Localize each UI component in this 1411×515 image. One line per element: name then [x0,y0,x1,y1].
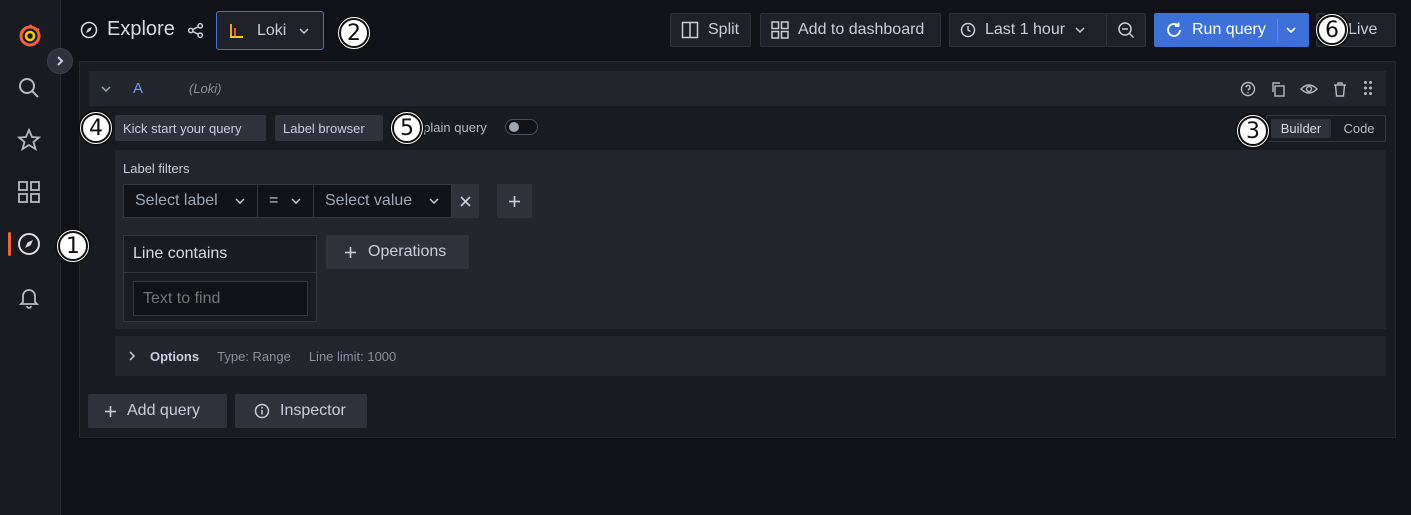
time-range-picker[interactable]: Last 1 hour [949,13,1107,47]
select-label-dropdown[interactable]: Select label [123,184,258,218]
kick-start-query-button[interactable]: Kick start your query [115,115,266,141]
chevron-down-icon [299,27,309,34]
query-datasource-label: (Loki) [189,81,222,96]
options-line-limit: Line limit: 1000 [308,348,397,364]
inspector-button[interactable]: Inspector [235,394,367,428]
chevron-down-icon [291,198,301,205]
callout-6: 6 [1314,12,1350,48]
apps-icon [771,21,789,39]
expand-sidebar-button[interactable] [47,48,73,74]
operations-button[interactable]: Operations [326,235,469,269]
chevron-down-icon [429,198,439,205]
trash-icon[interactable] [1332,81,1348,97]
options-type: Type: Range [217,348,291,364]
toggle-knob [509,122,519,132]
chevron-right-icon [129,351,136,361]
drag-handle-icon[interactable] [1363,80,1373,96]
callout-4: 4 [78,110,114,146]
chevron-down-icon [235,198,245,205]
mode-builder-tab[interactable]: Builder [1271,119,1331,138]
text-to-find-input[interactable] [133,281,308,316]
chevron-right-icon [57,56,64,66]
zoom-out-icon [1118,22,1135,39]
query-row-header: A (Loki) [89,71,1386,106]
eye-icon[interactable] [1300,81,1318,97]
clock-icon [960,22,976,38]
callout-5: 5 [389,110,425,146]
operator-dropdown[interactable]: = [257,184,314,218]
explore-compass-icon[interactable] [17,232,41,256]
chevron-down-icon [1075,27,1085,34]
select-value-dropdown[interactable]: Select value [313,184,452,218]
label-filters-title: Label filters [123,161,190,176]
run-query-button[interactable]: Run query [1154,13,1309,47]
button-divider [1277,19,1278,41]
callout-3: 3 [1235,113,1271,149]
zoom-out-button[interactable] [1106,13,1146,47]
plus-icon [105,405,116,417]
options-label: Options [150,348,200,364]
info-circle-icon [254,403,270,419]
active-nav-indicator [8,232,11,256]
remove-filter-button[interactable] [452,184,479,218]
share-icon[interactable] [187,22,204,39]
loki-logo-icon [230,23,243,38]
query-ref-id[interactable]: A [133,80,143,97]
datasource-picker[interactable]: Loki [216,11,324,50]
callout-1: 1 [55,228,91,264]
page-title: Explore [107,18,175,40]
plus-icon [345,246,356,258]
add-filter-button[interactable] [497,184,532,218]
sidebar [0,0,73,515]
close-icon [460,195,471,207]
add-to-dashboard-button[interactable]: Add to dashboard [760,13,941,47]
copy-icon[interactable] [1270,81,1286,97]
add-query-button[interactable]: Add query [88,394,227,428]
explore-title-icon [80,21,98,39]
grafana-logo-icon[interactable] [17,23,41,47]
line-contains-operation: Line contains [123,235,317,322]
split-icon [681,21,699,39]
explain-query-toggle[interactable] [505,119,538,135]
star-icon[interactable] [17,128,41,152]
line-contains-title: Line contains [124,236,316,273]
editor-mode-switch: Builder Code [1266,115,1386,142]
split-button[interactable]: Split [670,13,751,47]
help-icon[interactable] [1240,81,1256,97]
bell-icon[interactable] [17,285,41,309]
query-options-bar[interactable]: Options Type: Range Line limit: 1000 [115,336,1386,376]
refresh-icon [1167,22,1181,37]
search-icon[interactable] [17,76,41,100]
callout-2: 2 [336,15,372,51]
collapse-chevron-icon[interactable] [100,83,112,95]
dashboards-icon[interactable] [17,180,41,204]
mode-code-tab[interactable]: Code [1335,119,1383,138]
plus-icon [509,195,520,207]
datasource-name: Loki [257,21,287,39]
label-browser-button[interactable]: Label browser [275,115,383,141]
chevron-down-icon[interactable] [1285,24,1297,36]
